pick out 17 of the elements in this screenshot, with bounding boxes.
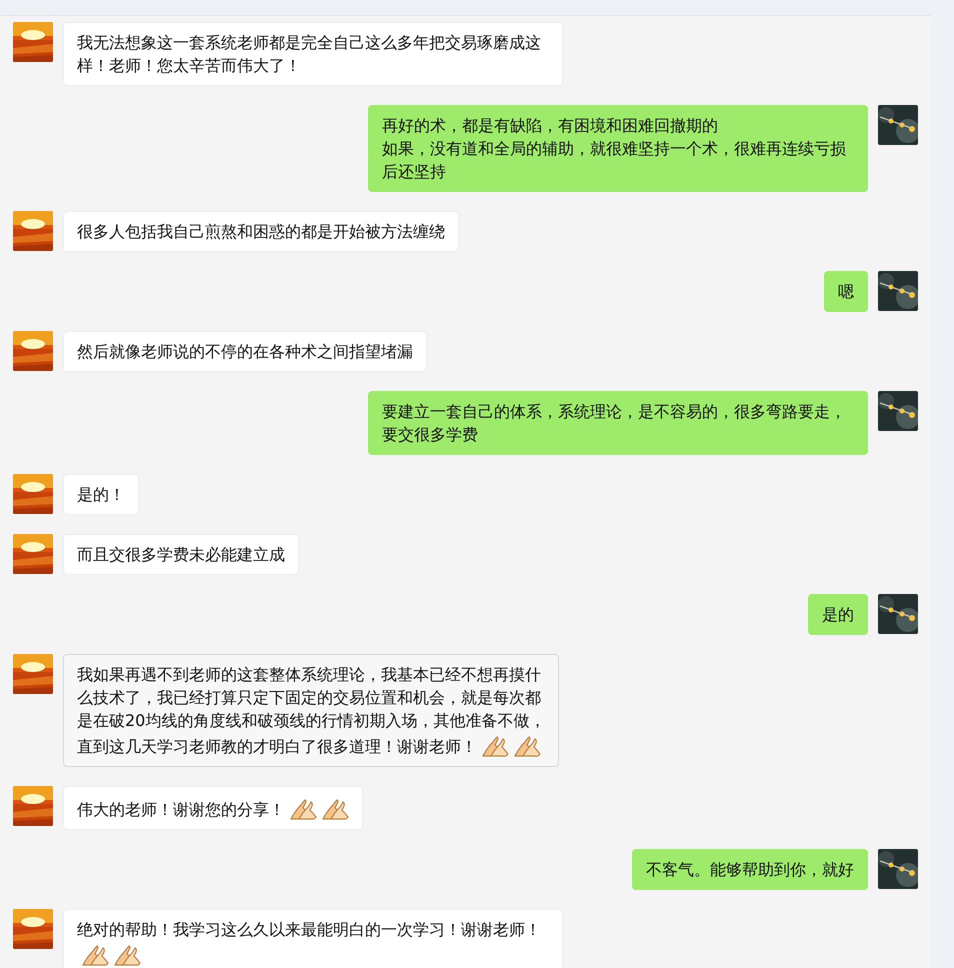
message-text: 么技术了，我已经打算只定下固定的交易位置和机会，就是每次都 <box>77 688 541 707</box>
message-text: 我无法想象这一套系统老师都是完全自己这么多年把交易琢磨成这样！老师！您太辛苦而伟大了！ <box>77 33 541 75</box>
message-text: 而且交很多学费未必能建立成 <box>77 545 285 564</box>
message-text: 绝对的帮助！我学习这么久以来最能明白的一次学习！谢谢老师！ <box>77 920 541 939</box>
message-text: 然后就像老师说的不停的在各种术之间指望堵漏 <box>77 342 413 361</box>
message-text: 伟大的老师！谢谢您的分享！ <box>77 800 285 819</box>
message-text: 很多人包括我自己煎熬和困惑的都是开始被方法缠绕 <box>77 222 445 241</box>
message-text: 是的 <box>822 605 854 624</box>
message-text: 不客气。能够帮助到你，就好 <box>646 860 854 879</box>
message-text: 要建立一套自己的体系，系统理论，是不容易的，很多弯路要走，要交很多学费 <box>382 402 846 444</box>
message-text: 我如果再遇不到老师的这套整体系统理论，我基本已经不想再摸什 <box>77 665 541 684</box>
message-text: 是的！ <box>77 485 125 504</box>
message-text: 如果，没有道和全局的辅助，就很难坚持一个术，很难再连续亏损后还坚持 <box>382 139 846 181</box>
message-text: 再好的术，都是有缺陷，有困境和困难回撤期的 <box>382 116 718 135</box>
message-text: 嗯 <box>838 282 854 301</box>
message-text: 是在破20均线的角度线和破颈线的行情初期入场，其他准备不做， <box>77 711 546 730</box>
message-text: 直到这几天学习老师教的才明白了很多道理！谢谢老师！ <box>77 737 477 756</box>
